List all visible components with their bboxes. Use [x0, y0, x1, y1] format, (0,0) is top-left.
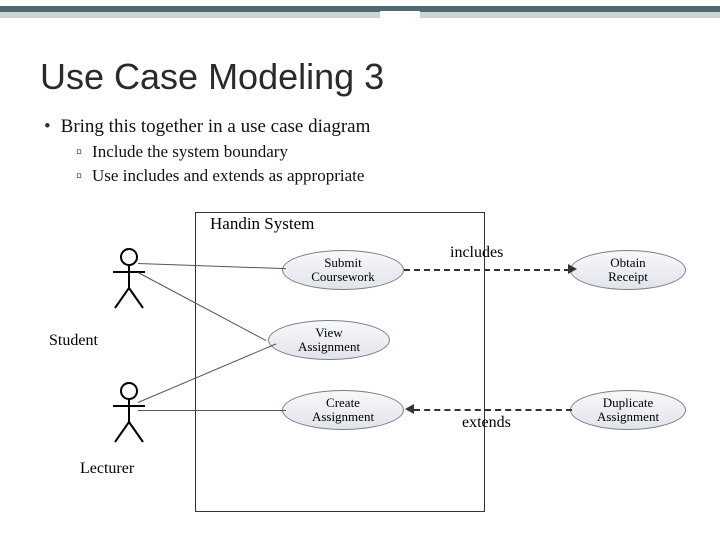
bullet-main: Bring this together in a use case diagra… [44, 116, 370, 138]
stick-figure-icon [109, 248, 149, 310]
extends-label: extends [462, 414, 511, 432]
decorative-top-bars [0, 6, 720, 20]
actor-lecturer-figure [99, 382, 159, 444]
stick-figure-icon [109, 382, 149, 444]
usecase-duplicate: Duplicate Assignment [570, 390, 686, 430]
slide-title: Use Case Modeling 3 [40, 56, 384, 98]
system-label: Handin System [210, 214, 314, 234]
bullet-sub-2: Use includes and extends as appropriate [76, 166, 370, 186]
usecase-submit: Submit Coursework [282, 250, 404, 290]
assoc-lecturer-create [138, 410, 286, 411]
includes-arrowhead [568, 264, 577, 274]
usecase-view: View Assignment [268, 320, 390, 360]
includes-arrow [404, 269, 570, 271]
actor-lecturer-label: Lecturer [80, 460, 134, 478]
usecase-obtain: Obtain Receipt [570, 250, 686, 290]
bullet-sub-1: Include the system boundary [76, 142, 370, 162]
usecase-create: Create Assignment [282, 390, 404, 430]
extends-arrow [414, 409, 572, 411]
includes-label: includes [450, 244, 503, 262]
bullet-list: Bring this together in a use case diagra… [44, 116, 370, 190]
slide: Use Case Modeling 3 Bring this together … [0, 0, 720, 540]
actor-student-label: Student [49, 332, 98, 350]
extends-arrowhead [405, 404, 414, 414]
